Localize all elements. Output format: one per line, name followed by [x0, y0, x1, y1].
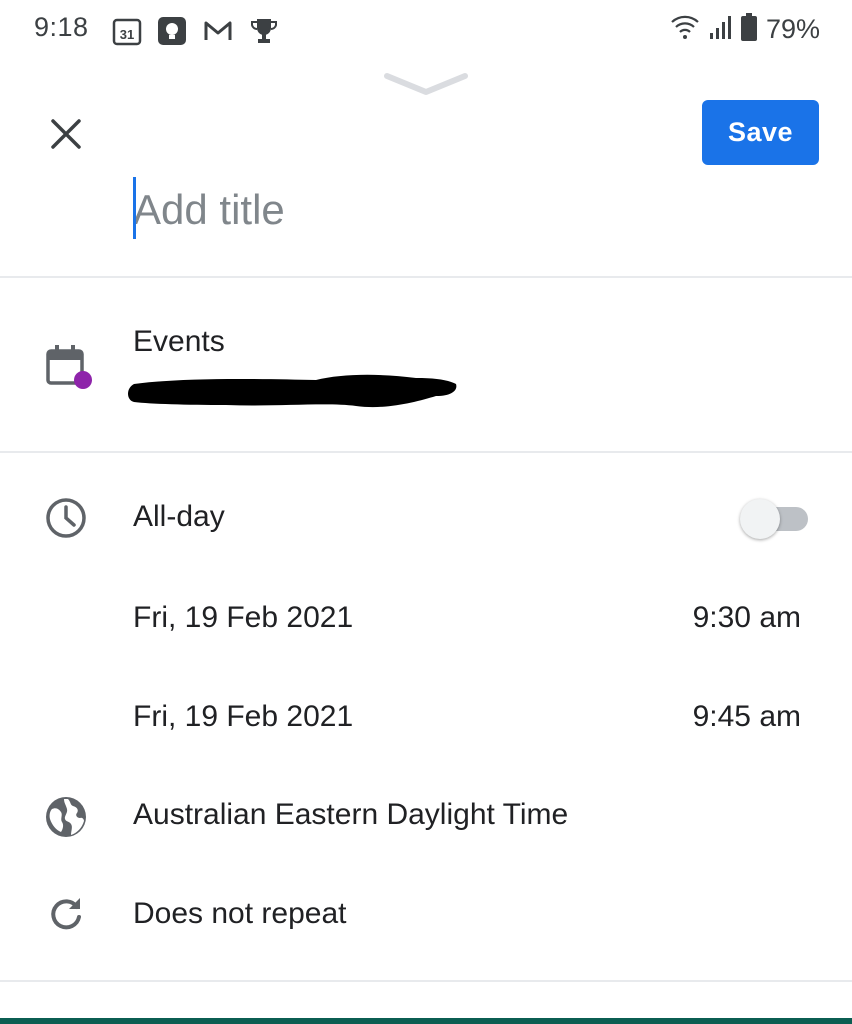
battery-percentage: 79% [765, 14, 820, 44]
close-button[interactable] [44, 112, 88, 156]
divider [0, 276, 852, 278]
signal-icon [708, 13, 732, 46]
repeat-label[interactable]: Does not repeat [133, 897, 346, 931]
clock-icon [44, 496, 88, 540]
bottom-accent-bar [0, 1018, 852, 1024]
calendar-name[interactable]: Events [133, 325, 225, 359]
end-time[interactable]: 9:45 am [693, 700, 801, 734]
repeat-icon [44, 893, 88, 937]
status-right-group: 79% [670, 12, 820, 47]
save-button[interactable]: Save [702, 100, 819, 165]
gmail-icon [203, 16, 233, 46]
keep-icon [157, 16, 187, 46]
start-date[interactable]: Fri, 19 Feb 2021 [133, 601, 353, 635]
calendar-color-dot [74, 371, 92, 389]
all-day-label: All-day [133, 500, 225, 533]
globe-icon [44, 795, 88, 839]
end-date[interactable]: Fri, 19 Feb 2021 [133, 700, 353, 734]
event-title-input[interactable] [133, 180, 733, 240]
start-time[interactable]: 9:30 am [693, 601, 801, 635]
timezone-label[interactable]: Australian Eastern Daylight Time [133, 798, 568, 832]
calendar-31-icon: 31 [112, 16, 142, 46]
calendar-day-number: 31 [120, 27, 134, 42]
all-day-toggle[interactable] [740, 496, 812, 542]
wifi-icon [670, 13, 700, 46]
close-icon [51, 119, 81, 149]
trophy-icon [249, 16, 279, 46]
toggle-thumb [740, 499, 780, 539]
text-cursor [133, 177, 136, 239]
redacted-account-email [126, 372, 458, 410]
status-time: 9:18 [34, 12, 89, 42]
battery-icon [740, 12, 758, 47]
sheet-collapse-handle[interactable] [384, 70, 468, 96]
divider [0, 451, 852, 453]
divider [0, 980, 852, 982]
